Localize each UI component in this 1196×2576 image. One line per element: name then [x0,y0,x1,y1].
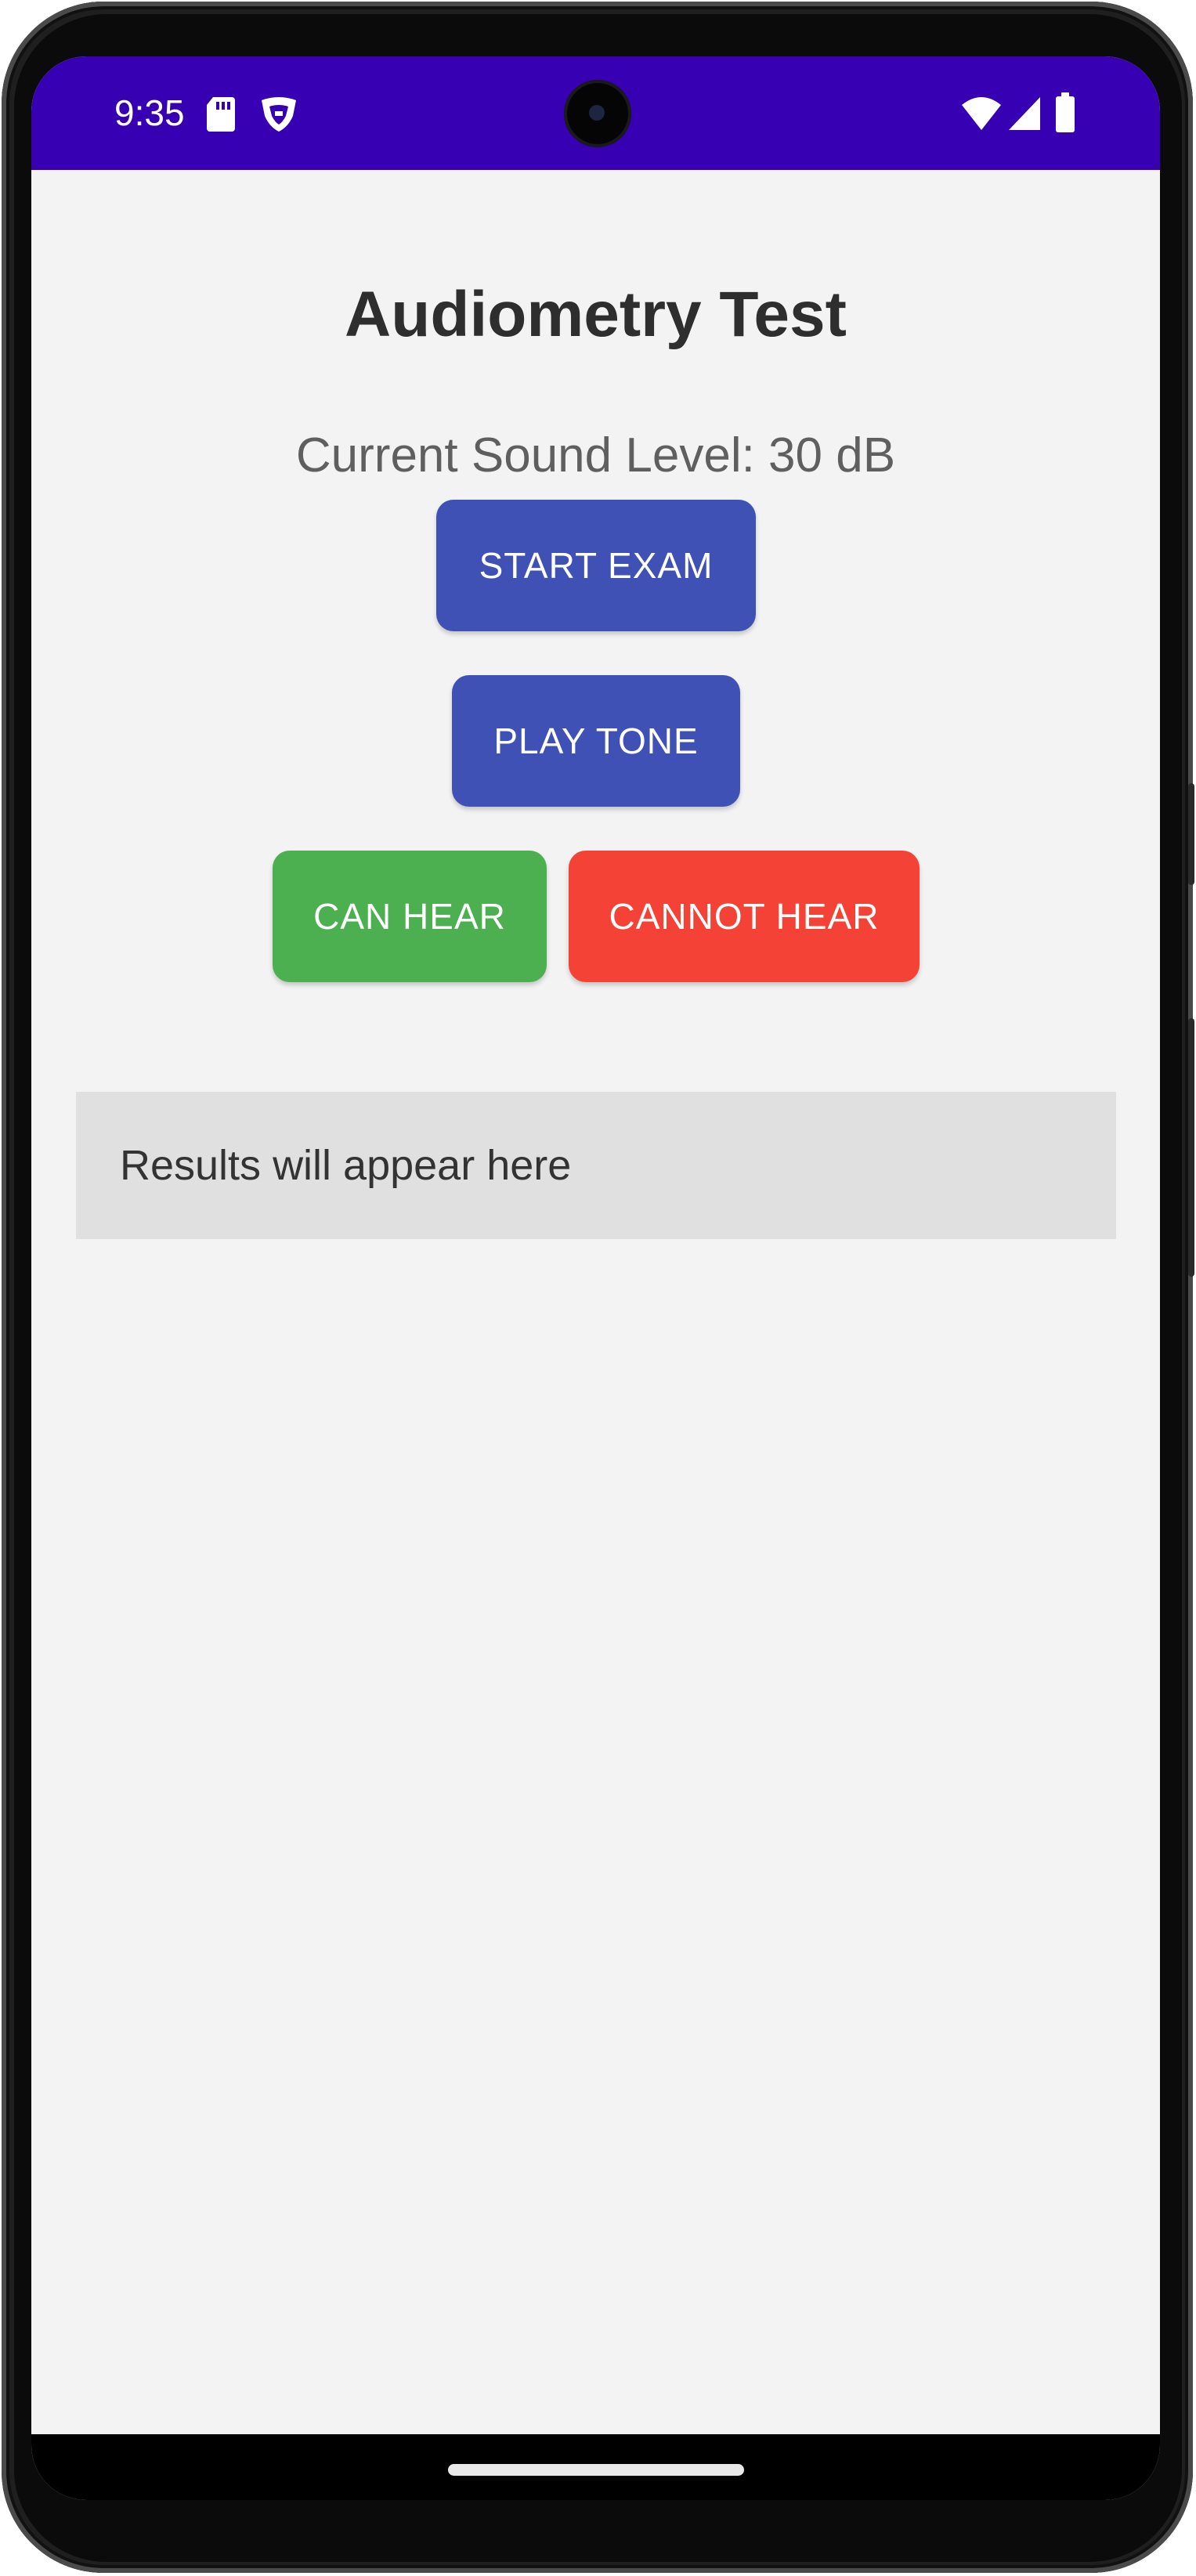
results-text: Results will appear here [120,1142,572,1189]
can-hear-button[interactable]: CAN HEAR [273,851,547,982]
sd-card-icon [207,97,235,132]
signal-icon [1009,97,1040,130]
status-time: 9:35 [114,92,185,133]
start-exam-button[interactable]: START EXAM [436,500,756,631]
home-gesture-handle[interactable] [448,2464,744,2476]
page-title: Audiometry Test [345,279,847,350]
front-camera [564,80,631,147]
play-tone-button[interactable]: PLAY TONE [452,675,740,807]
cannot-hear-button[interactable]: CANNOT HEAR [569,851,920,982]
power-button [1188,783,1194,885]
volume-button [1188,1018,1194,1277]
battery-icon [1056,92,1075,132]
status-bar: 9:35 [31,56,1160,170]
phone-screen: 9:35 Audiometry Test Current Sound Level… [31,56,1160,2500]
phone-device: 9:35 Audiometry Test Current Sound Level… [0,0,1196,2576]
results-panel: Results will appear here [76,1092,1116,1239]
shield-icon [262,97,296,132]
wifi-icon [962,97,1001,130]
sound-level-label: Current Sound Level: 30 dB [295,428,896,482]
